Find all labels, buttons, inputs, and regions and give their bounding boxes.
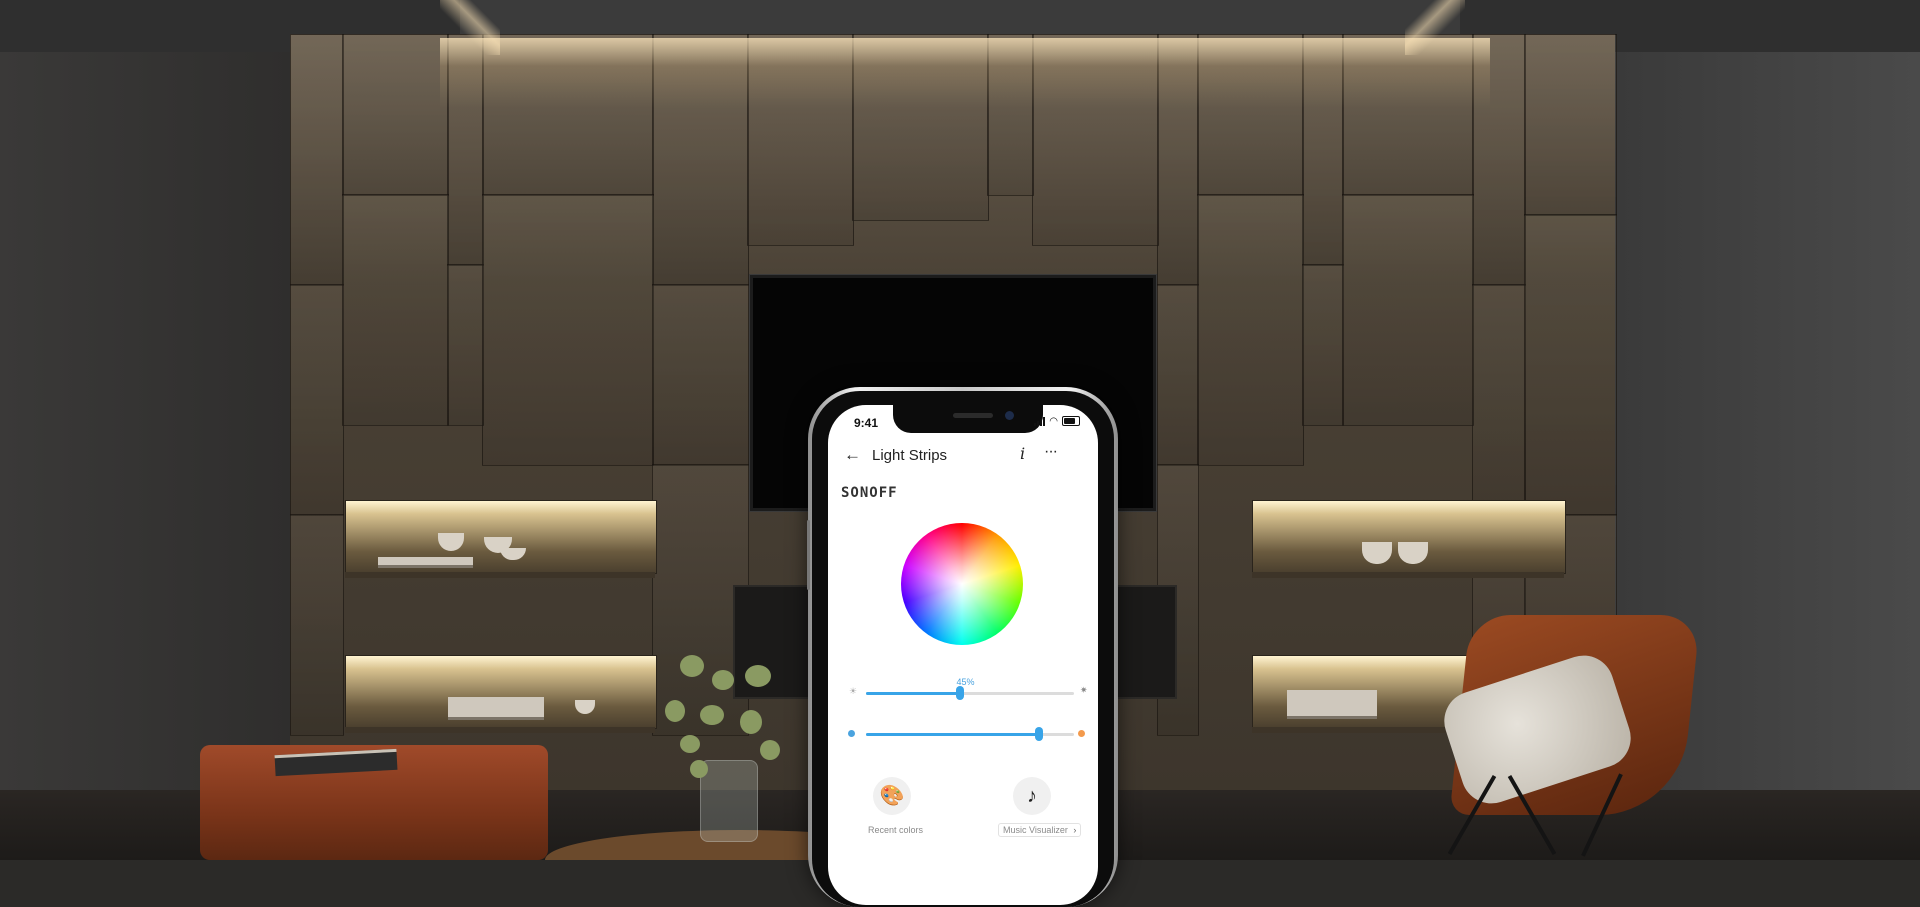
- warm-temperature-icon: [1078, 730, 1085, 737]
- back-arrow-icon[interactable]: ←: [844, 445, 861, 465]
- color-wheel[interactable]: [901, 523, 1023, 645]
- color-temperature-slider-thumb[interactable]: [1034, 727, 1043, 741]
- app-header: ← Light Strips i ···: [828, 441, 1098, 471]
- page-title: Light Strips: [872, 447, 948, 464]
- color-temperature-slider[interactable]: [866, 727, 1074, 741]
- palette-icon[interactable]: 🎨: [873, 777, 911, 815]
- brightness-value: 45%: [956, 677, 975, 687]
- signal-icon: [1034, 416, 1046, 426]
- status-icons: ◠: [1034, 416, 1080, 426]
- phone-side-button: [807, 520, 810, 590]
- plant-vase: [700, 760, 758, 842]
- music-visualizer-button[interactable]: Music Visualizer ›: [998, 823, 1082, 837]
- phone-mockup: 9:41 ◠ ← Light Strips i ··· SONOFF 45% ☀: [808, 387, 1118, 907]
- chevron-right-icon: ›: [1073, 825, 1077, 835]
- brightness-low-icon: ☀: [849, 686, 858, 696]
- music-note-icon[interactable]: ♪: [1013, 777, 1051, 815]
- more-options-button[interactable]: ···: [1044, 443, 1058, 461]
- app-screen: 9:41 ◠ ← Light Strips i ··· SONOFF 45% ☀: [828, 405, 1098, 905]
- info-button[interactable]: i: [1020, 444, 1025, 463]
- wifi-icon: ◠: [1049, 415, 1058, 427]
- brand-logo: SONOFF: [841, 485, 898, 501]
- phone-notch: [893, 405, 1043, 433]
- cool-temperature-icon: [848, 730, 855, 737]
- music-visualizer-label: Music Visualizer: [1003, 825, 1068, 835]
- brightness-slider-thumb[interactable]: [955, 686, 964, 700]
- battery-icon: [1062, 416, 1080, 426]
- left-wall: [0, 0, 290, 860]
- brightness-high-icon: ✷: [1080, 685, 1088, 695]
- ceiling-light-glow: [440, 38, 1490, 108]
- front-camera: [1005, 411, 1014, 420]
- brightness-slider[interactable]: [866, 686, 1074, 700]
- recent-colors-label[interactable]: Recent colors: [868, 825, 923, 835]
- status-time: 9:41: [854, 416, 879, 430]
